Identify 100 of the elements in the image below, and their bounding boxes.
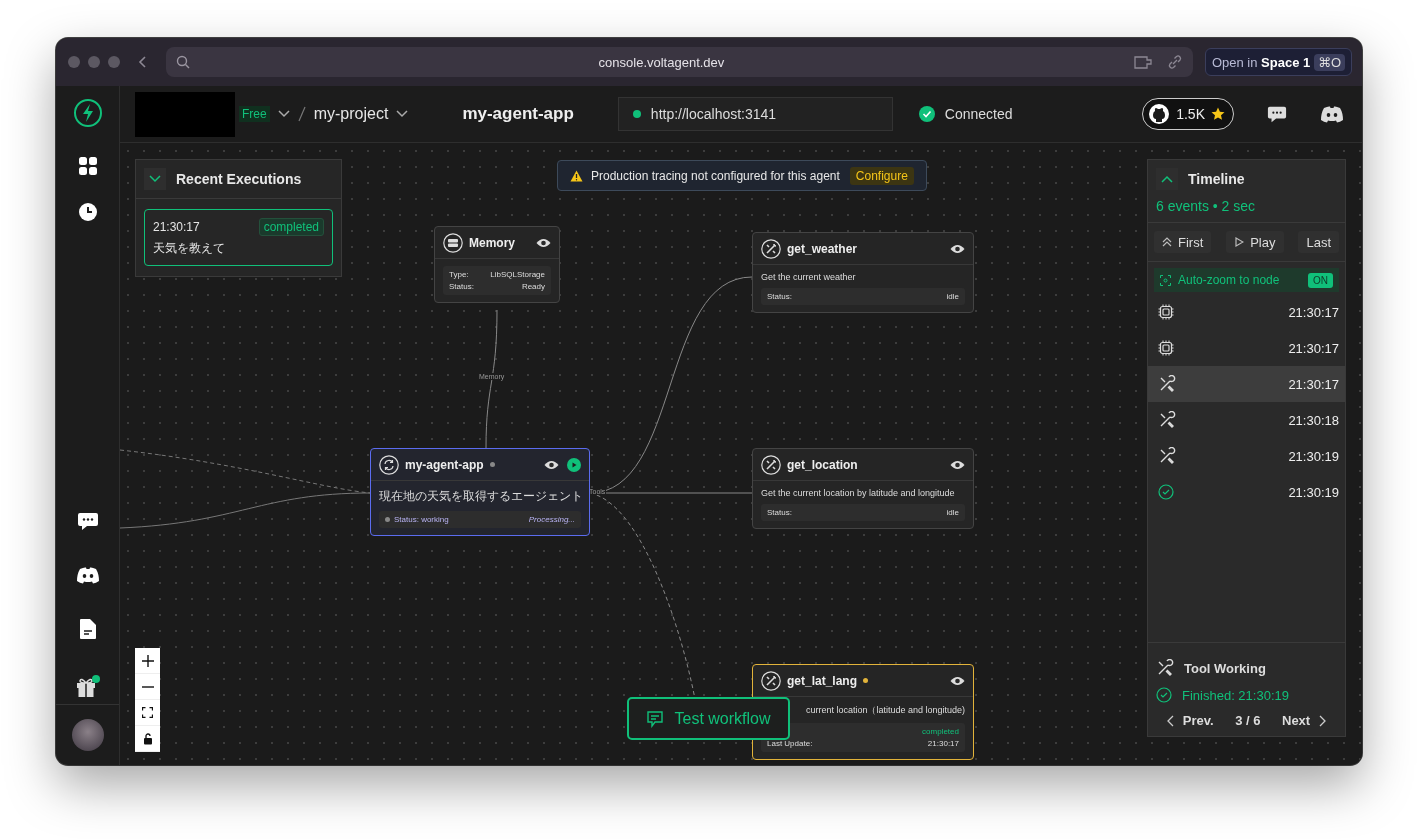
gift-icon[interactable] — [74, 674, 101, 698]
github-icon — [1148, 103, 1171, 125]
detail-title: Tool Working — [1184, 660, 1266, 676]
field-value: Ready — [521, 282, 545, 291]
discord-icon[interactable] — [75, 566, 100, 584]
event-time: 21:30:17 — [1288, 304, 1339, 320]
extension-icon[interactable] — [1132, 54, 1153, 70]
finished-time: Finished: 21:30:19 — [1182, 687, 1289, 703]
timeline-event[interactable]: 21:30:17 — [1148, 330, 1345, 366]
status-dot — [489, 462, 495, 467]
chat-icon[interactable] — [76, 510, 99, 532]
next-button[interactable]: Next — [1282, 713, 1327, 728]
timeline-control-button[interactable]: First — [1154, 231, 1212, 253]
node-title: my-agent-app — [405, 457, 484, 472]
user-avatar[interactable] — [71, 719, 104, 751]
previous-button[interactable]: Prev. — [1166, 713, 1214, 728]
chip-icon — [1158, 304, 1174, 320]
timeline-event[interactable]: 21:30:19 — [1148, 438, 1345, 474]
search-icon — [176, 55, 190, 69]
field-value: idle — [946, 508, 959, 517]
field-value: idle — [946, 292, 959, 301]
auto-zoom-row[interactable]: Auto-zoom to node ON — [1154, 268, 1339, 292]
node-card[interactable]: Memory Type: LibSQLStorage Status: Ready — [434, 226, 560, 303]
field-value: 21:30:17 — [927, 739, 959, 748]
node-title: get_location — [787, 457, 858, 472]
connection-status: Connected — [944, 106, 1013, 122]
warning-icon — [570, 169, 583, 182]
field-label: Status: — [767, 292, 792, 301]
progress-text: Processing... — [528, 515, 575, 524]
tools-icon — [761, 238, 781, 259]
database-icon — [443, 232, 463, 253]
node-title: get_lat_lang — [787, 673, 858, 688]
chevron-up-icon — [1161, 175, 1173, 183]
panel-title: Timeline — [1188, 171, 1245, 187]
field-value: LibSQLStorage — [490, 270, 545, 279]
event-time: 21:30:18 — [1288, 412, 1339, 428]
eye-icon[interactable] — [536, 237, 551, 248]
check-circle-icon — [918, 106, 935, 122]
eye-icon[interactable] — [950, 243, 965, 254]
refresh-icon — [379, 454, 399, 475]
github-stars-button[interactable]: 1.5K — [1142, 98, 1234, 130]
fit-view-icon — [142, 707, 153, 718]
toggle-switch[interactable]: ON — [1308, 272, 1333, 288]
eye-icon[interactable] — [950, 675, 965, 686]
node-card[interactable]: get_location Get the current location by latitude and longitude Status: idle — [752, 448, 974, 529]
server-url-field[interactable]: http://localhost:3141 — [617, 97, 893, 131]
node-description: Get the current weather — [761, 272, 857, 282]
node-title: Memory — [469, 235, 515, 250]
collapse-button[interactable] — [1156, 168, 1178, 190]
event-time: 21:30:19 — [1288, 484, 1339, 500]
document-icon[interactable] — [78, 618, 97, 640]
chip-icon — [1158, 340, 1174, 356]
chevron-down-icon[interactable] — [277, 110, 290, 118]
node-description: current location（latitude and longitude) — [804, 704, 965, 717]
open-in-space-button[interactable]: Open in Space 1 ⌘O — [1204, 48, 1352, 76]
execution-item[interactable]: 21:30:17 completed 天気を教えて — [144, 209, 333, 266]
eye-icon[interactable] — [544, 459, 559, 470]
grid-icon[interactable] — [77, 156, 98, 176]
timeline-event[interactable]: 21:30:19 — [1148, 474, 1345, 510]
star-icon — [1211, 107, 1225, 121]
back-icon[interactable] — [138, 55, 148, 69]
event-time: 21:30:17 — [1288, 376, 1339, 392]
panel-title: Recent Executions — [176, 171, 302, 187]
chat-icon[interactable] — [1266, 104, 1288, 124]
node-card[interactable]: my-agent-app 現在地の天気を取得するエージェント Status: working Processing... — [370, 448, 590, 536]
focus-icon — [1160, 274, 1171, 286]
discord-icon[interactable] — [1320, 105, 1344, 123]
node-description: 現在地の天気を取得するエージェント — [379, 488, 581, 505]
slash-divider-icon — [297, 106, 306, 122]
node-card[interactable]: get_weather Get the current weather Status: idle — [752, 232, 974, 313]
timeline-event[interactable]: 21:30:17 — [1148, 294, 1345, 330]
timeline-control-button[interactable]: Play — [1226, 231, 1284, 253]
timeline-control-button[interactable]: Last — [1298, 231, 1339, 253]
field-label: Last Update: — [767, 739, 813, 748]
field-label: Status: — [767, 508, 792, 517]
eye-icon[interactable] — [950, 459, 965, 470]
test-workflow-button[interactable]: Test workflow — [627, 697, 790, 740]
tools-icon — [1158, 375, 1176, 393]
execution-message: 天気を教えて — [153, 240, 226, 257]
collapse-button[interactable] — [144, 168, 166, 190]
chevron-right-icon — [1318, 714, 1327, 727]
tools-icon — [761, 670, 781, 691]
bolt-logo-icon[interactable] — [72, 98, 103, 128]
plan-badge: Free — [239, 106, 270, 122]
address-bar[interactable]: console.voltagent.dev — [166, 47, 1193, 77]
check-circle-icon — [1158, 484, 1174, 500]
project-selector[interactable]: my-project — [313, 105, 389, 123]
timeline-event[interactable]: 21:30:18 — [1148, 402, 1345, 438]
clock-icon[interactable] — [77, 202, 98, 222]
tools-icon — [1158, 447, 1176, 465]
page-indicator: 3 / 6 — [1235, 713, 1261, 728]
play-icon — [1234, 237, 1245, 247]
status-badge: completed — [258, 218, 324, 236]
node-title: get_weather — [787, 241, 858, 256]
plus-icon — [141, 654, 154, 667]
play-icon[interactable] — [567, 457, 581, 472]
link-icon[interactable] — [1166, 54, 1183, 70]
chevron-down-icon[interactable] — [396, 110, 409, 118]
timeline-event[interactable]: 21:30:17 — [1148, 366, 1345, 402]
configure-button[interactable]: Configure — [849, 166, 914, 185]
